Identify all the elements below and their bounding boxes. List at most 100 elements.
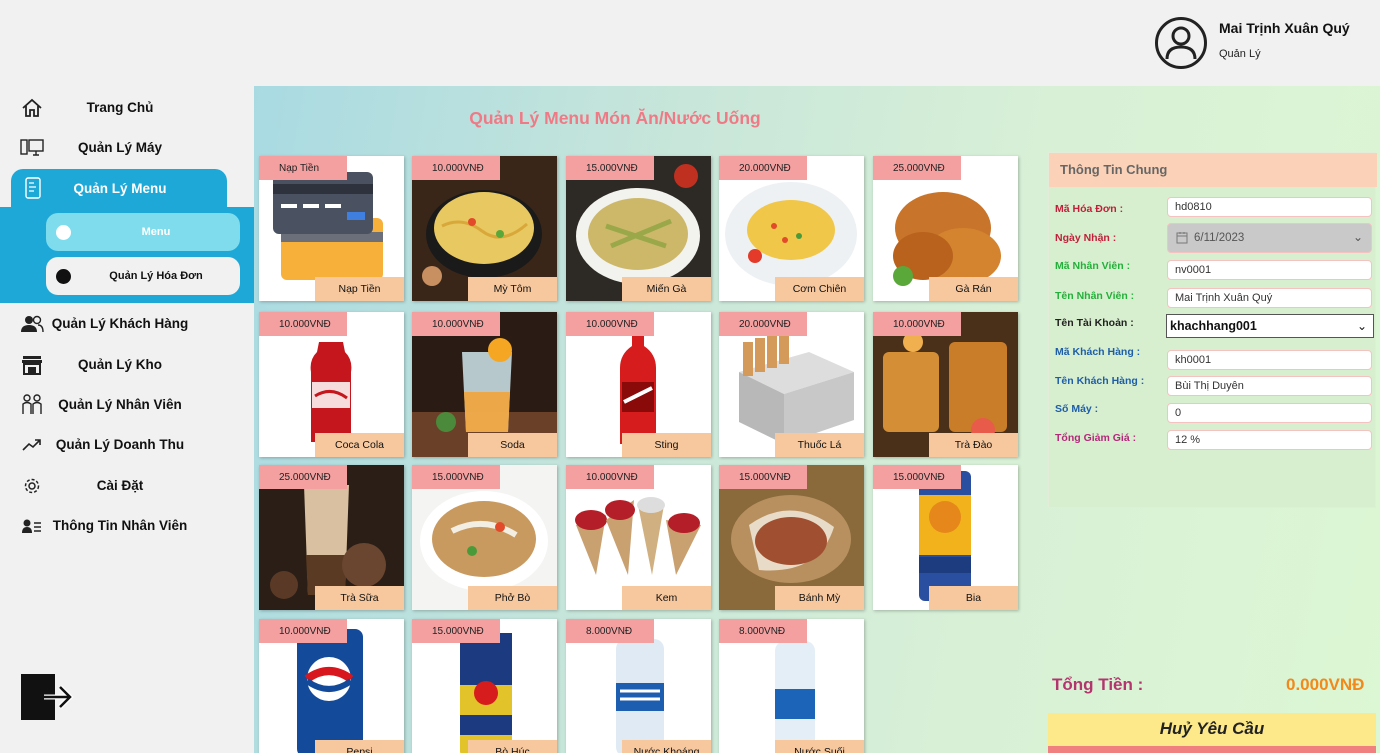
sidebar-item-label: Trang Chủ: [86, 99, 154, 115]
product-card[interactable]: Nạp Tiền Nạp Tiền: [259, 156, 404, 301]
product-card[interactable]: 15.000VNĐ Bánh Mỳ: [719, 465, 864, 610]
product-name: Trà Đào: [929, 433, 1018, 457]
machine-no-label: Số Máy :: [1055, 403, 1099, 415]
submenu-label: Quản Lý Hóa Đơn: [109, 270, 203, 282]
product-name: Pepsi: [315, 740, 404, 753]
product-name: Nước Khoáng: [622, 740, 711, 753]
product-card[interactable]: 10.000VNĐ Trà Đào: [873, 312, 1018, 457]
product-price: 10.000VNĐ: [259, 619, 347, 643]
user-avatar-icon[interactable]: [1155, 17, 1207, 69]
date-picker[interactable]: 6/11/2023 ⌄: [1167, 223, 1372, 253]
sidebar-item-machines[interactable]: Quản Lý Máy: [0, 129, 254, 165]
invoice-id-label: Mã Hóa Đơn :: [1055, 203, 1124, 215]
product-name: Bánh Mỳ: [775, 586, 864, 610]
product-name: Kem: [622, 586, 711, 610]
product-card[interactable]: 10.000VNĐ Soda: [412, 312, 557, 457]
sidebar-item-label: Quản Lý Máy: [77, 139, 163, 155]
account-select[interactable]: khachhang001 ⌄: [1166, 314, 1374, 338]
user-role: Quản Lý: [1219, 48, 1261, 60]
product-price: 25.000VNĐ: [259, 465, 347, 489]
logout-icon[interactable]: [20, 672, 74, 722]
product-price: 15.000VNĐ: [873, 465, 961, 489]
product-price: 25.000VNĐ: [873, 156, 961, 180]
customer-name-field[interactable]: Bùi Thị Duyên: [1167, 376, 1372, 396]
product-name: Nước Suối: [775, 740, 864, 753]
sidebar-item-label: Cài Đặt: [96, 477, 144, 493]
machine-no-field[interactable]: 0: [1167, 403, 1372, 423]
product-name: Phở Bò: [468, 586, 557, 610]
sidebar-item-staff[interactable]: Quản Lý Nhân Viên: [0, 386, 254, 422]
radio-selected-icon: [56, 225, 71, 240]
product-name: Sting: [622, 433, 711, 457]
sidebar-item-menu[interactable]: Quản Lý Menu: [11, 169, 227, 207]
product-card[interactable]: 8.000VNĐ Nước Khoáng: [566, 619, 711, 753]
submenu-item-menu[interactable]: Menu: [46, 213, 240, 251]
product-name: Nạp Tiền: [315, 277, 404, 301]
staff-id-field[interactable]: nv0001: [1167, 260, 1372, 280]
product-price: 10.000VNĐ: [412, 156, 500, 180]
product-card[interactable]: 25.000VNĐ Gà Rán: [873, 156, 1018, 301]
account-label: Tên Tài Khoản :: [1055, 317, 1134, 329]
sidebar-item-home[interactable]: Trang Chủ: [0, 89, 254, 125]
product-price: 8.000VNĐ: [719, 619, 807, 643]
product-card[interactable]: 15.000VNĐ Bò Húc: [412, 619, 557, 753]
product-name: Miến Gà: [622, 277, 711, 301]
sidebar-item-label: Quản Lý Menu: [73, 180, 167, 196]
product-card[interactable]: 15.000VNĐ Miến Gà: [566, 156, 711, 301]
invoice-id-field[interactable]: hd0810: [1167, 197, 1372, 217]
customer-id-label: Mã Khách Hàng :: [1055, 346, 1141, 358]
user-name: Mai Trịnh Xuân Quý: [1219, 20, 1350, 36]
page-title: Quản Lý Menu Món Ăn/Nước Uống: [469, 108, 761, 128]
product-price: 10.000VNĐ: [412, 312, 500, 336]
product-card[interactable]: 15.000VNĐ Phở Bò: [412, 465, 557, 610]
radio-unselected-icon: [56, 269, 71, 284]
product-price: Nạp Tiền: [259, 156, 347, 180]
product-card[interactable]: 20.000VNĐ Thuốc Lá: [719, 312, 864, 457]
cancel-request-button[interactable]: Huỷ Yêu Cầu: [1048, 713, 1376, 753]
sidebar-item-label: Quản Lý Nhân Viên: [58, 396, 182, 412]
calendar-icon: [1176, 231, 1188, 247]
product-card[interactable]: 10.000VNĐ Kem: [566, 465, 711, 610]
product-card[interactable]: 10.000VNĐ Coca Cola: [259, 312, 404, 457]
product-card[interactable]: 25.000VNĐ Trà Sữa: [259, 465, 404, 610]
sidebar-item-revenue[interactable]: Quản Lý Doanh Thu: [0, 426, 254, 462]
sidebar-item-customers[interactable]: Quản Lý Khách Hàng: [0, 305, 254, 341]
product-price: 15.000VNĐ: [719, 465, 807, 489]
total-label: Tổng Tiền :: [1052, 675, 1144, 694]
customer-name-label: Tên Khách Hàng :: [1055, 375, 1145, 387]
panel-header: Thông Tin Chung: [1049, 153, 1377, 187]
product-price: 10.000VNĐ: [873, 312, 961, 336]
sidebar: Trang Chủ Quản Lý Máy Quản Lý Menu Menu …: [0, 86, 254, 753]
sidebar-item-label: Quản Lý Kho: [78, 356, 162, 372]
submenu-item-invoices[interactable]: Quản Lý Hóa Đơn: [46, 257, 240, 295]
product-card[interactable]: 15.000VNĐ Bia: [873, 465, 1018, 610]
product-card[interactable]: 10.000VNĐ Mỳ Tôm: [412, 156, 557, 301]
staff-name-field[interactable]: Mai Trịnh Xuân Quý: [1167, 288, 1372, 308]
sidebar-item-label: Quản Lý Khách Hàng: [51, 315, 189, 331]
sidebar-item-profile[interactable]: Thông Tin Nhân Viên: [0, 507, 254, 543]
product-card[interactable]: 8.000VNĐ Nước Suối: [719, 619, 864, 753]
product-name: Soda: [468, 433, 557, 457]
customer-id-field[interactable]: kh0001: [1167, 350, 1372, 370]
product-price: 15.000VNĐ: [412, 465, 500, 489]
product-price: 10.000VNĐ: [566, 312, 654, 336]
product-card[interactable]: 10.000VNĐ Pepsi: [259, 619, 404, 753]
staff-name-label: Tên Nhân Viên :: [1055, 290, 1135, 302]
submenu-label: Menu: [141, 226, 171, 238]
discount-field[interactable]: 12 %: [1167, 430, 1372, 450]
product-price: 15.000VNĐ: [412, 619, 500, 643]
sidebar-item-label: Quản Lý Doanh Thu: [55, 436, 185, 452]
product-name: Mỳ Tôm: [468, 277, 557, 301]
sidebar-item-settings[interactable]: Cài Đặt: [0, 467, 254, 503]
button-bottom-strip: [1048, 746, 1376, 753]
product-price: 15.000VNĐ: [566, 156, 654, 180]
product-price: 10.000VNĐ: [259, 312, 347, 336]
sidebar-item-warehouse[interactable]: Quản Lý Kho: [0, 346, 254, 382]
product-name: Gà Rán: [929, 277, 1018, 301]
staff-id-label: Mã Nhân Viên :: [1055, 260, 1131, 272]
product-card[interactable]: 10.000VNĐ Sting: [566, 312, 711, 457]
product-name: Thuốc Lá: [775, 433, 864, 457]
top-header: Mai Trịnh Xuân Quý Quản Lý: [0, 0, 1380, 86]
product-card[interactable]: 20.000VNĐ Cơm Chiên: [719, 156, 864, 301]
product-price: 10.000VNĐ: [566, 465, 654, 489]
